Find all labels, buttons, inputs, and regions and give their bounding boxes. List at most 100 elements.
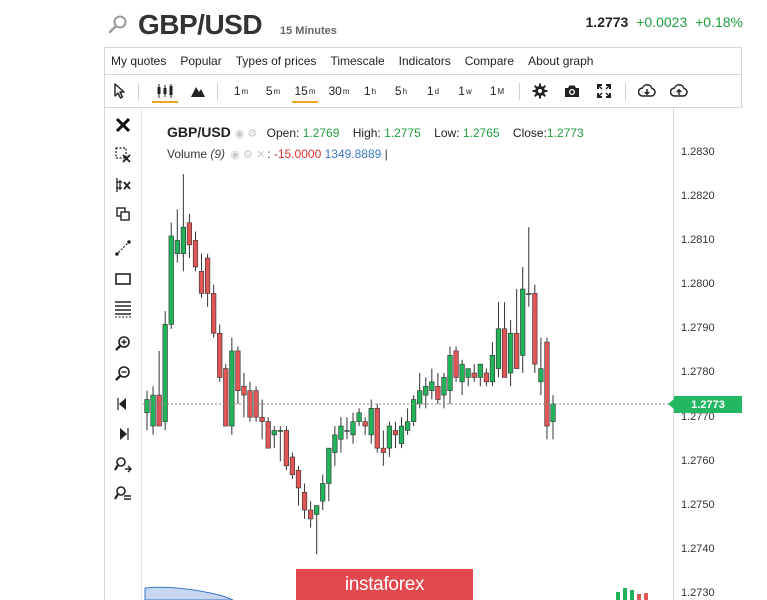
copy-icon[interactable] [114,205,132,223]
candle-body[interactable] [235,350,241,391]
zoom-in-icon[interactable] [114,335,132,353]
candle-body[interactable] [398,425,405,445]
cursor-icon[interactable] [111,75,129,107]
candle-body[interactable] [283,430,289,467]
candlestick-chart[interactable] [143,108,673,600]
candle-body[interactable] [495,328,502,369]
candle-body[interactable] [271,430,277,436]
candle-body[interactable] [471,372,477,378]
timeframe-1d-button[interactable]: 1d [421,75,445,107]
candle-body[interactable] [211,293,217,334]
candle-body[interactable] [162,324,168,422]
scroll-left-icon[interactable] [114,395,132,413]
menu-types-of-prices[interactable]: Types of prices [236,54,317,68]
candle-body[interactable] [277,430,283,432]
candle-body[interactable] [477,363,483,378]
candle-body[interactable] [186,222,193,246]
candle-body[interactable] [459,363,465,383]
candle-body[interactable] [362,421,368,427]
candle-body[interactable] [295,469,302,489]
candle-body[interactable] [441,377,447,396]
search-icon[interactable] [108,14,128,34]
candle-body[interactable] [404,421,411,431]
candle-body[interactable] [538,368,544,383]
eye-icon[interactable]: ◉ ⚙ [235,128,258,140]
candle-body[interactable] [289,456,296,475]
candle-body[interactable] [265,421,271,449]
scroll-right-icon[interactable] [114,425,132,443]
candle-body[interactable] [411,399,417,422]
menu-compare[interactable]: Compare [465,54,514,68]
delete-selection-icon[interactable] [114,146,132,164]
candle-body[interactable] [514,332,520,369]
menu-popular[interactable]: Popular [180,54,221,68]
timeframe-30m-button[interactable]: 30 m [323,75,355,107]
candle-body[interactable] [544,341,550,427]
timeframe-5m-button[interactable]: 5m [261,75,285,107]
candle-body[interactable] [453,350,459,378]
candle-body[interactable] [174,240,180,254]
candle-body[interactable] [489,355,496,383]
menu-about-graph[interactable]: About graph [528,54,593,68]
candle-body[interactable] [259,416,265,422]
close-icon[interactable] [114,116,132,134]
candle-body[interactable] [338,425,344,440]
candle-body[interactable] [223,368,229,427]
candle-body[interactable] [229,350,235,427]
candlestick-icon[interactable] [149,75,181,107]
candle-body[interactable] [465,368,471,378]
candle-body[interactable] [198,271,205,294]
candle-body[interactable] [320,483,326,502]
candle-body[interactable] [326,447,332,484]
price-axis[interactable] [673,108,743,600]
candle-body[interactable] [417,390,423,405]
candle-body[interactable] [532,293,538,365]
share-settings-icon[interactable] [114,485,132,503]
timeframe-1w-button[interactable]: 1w [453,75,477,107]
candle-body[interactable] [356,412,362,422]
candle-body[interactable] [520,288,526,356]
gear-icon[interactable] [529,75,551,107]
candle-body[interactable] [241,385,247,396]
menu-my-quotes[interactable]: My quotes [111,54,166,68]
fullscreen-icon[interactable] [593,75,615,107]
candle-body[interactable] [314,505,320,515]
candle-body[interactable] [386,425,393,449]
timeframe-1m-button[interactable]: 1m [229,75,253,107]
timeframe-15m-button[interactable]: 15 m [289,75,321,107]
download-icon[interactable] [635,75,659,107]
timeframe-1h-button[interactable]: 1h [358,75,382,107]
menu-timescale[interactable]: Timescale [330,54,384,68]
delete-all-icon[interactable] [114,176,132,194]
candle-body[interactable] [435,385,441,400]
candle-body[interactable] [332,434,338,453]
candle-body[interactable] [368,408,374,436]
line-icon[interactable] [114,239,132,257]
candle-body[interactable] [144,399,150,414]
candle-body[interactable] [156,394,162,427]
candle-body[interactable] [344,430,350,432]
candle-body[interactable] [168,235,174,325]
candle-body[interactable] [447,355,453,391]
candle-body[interactable] [374,408,380,449]
candle-body[interactable] [550,403,556,422]
camera-icon[interactable] [561,75,583,107]
candle-body[interactable] [423,385,429,396]
upload-icon[interactable] [667,75,691,107]
candle-body[interactable] [217,332,223,378]
candle-body[interactable] [204,257,211,294]
timeframe-5h-button[interactable]: 5h [389,75,413,107]
candle-body[interactable] [507,332,514,374]
menu-indicators[interactable]: Indicators [399,54,451,68]
candle-body[interactable] [308,509,314,520]
candle-body[interactable] [192,240,199,268]
candle-body[interactable] [350,421,356,436]
mountain-icon[interactable] [187,75,209,107]
candle-body[interactable] [429,381,435,391]
rectangle-icon[interactable] [114,270,132,288]
candle-body[interactable] [501,328,508,378]
candle-body[interactable] [180,226,186,254]
timeframe-1M-button[interactable]: 1M [485,75,509,107]
candle-body[interactable] [301,492,308,511]
volume-eye-icon[interactable]: ◉ ⚙ ✕ [230,149,265,161]
